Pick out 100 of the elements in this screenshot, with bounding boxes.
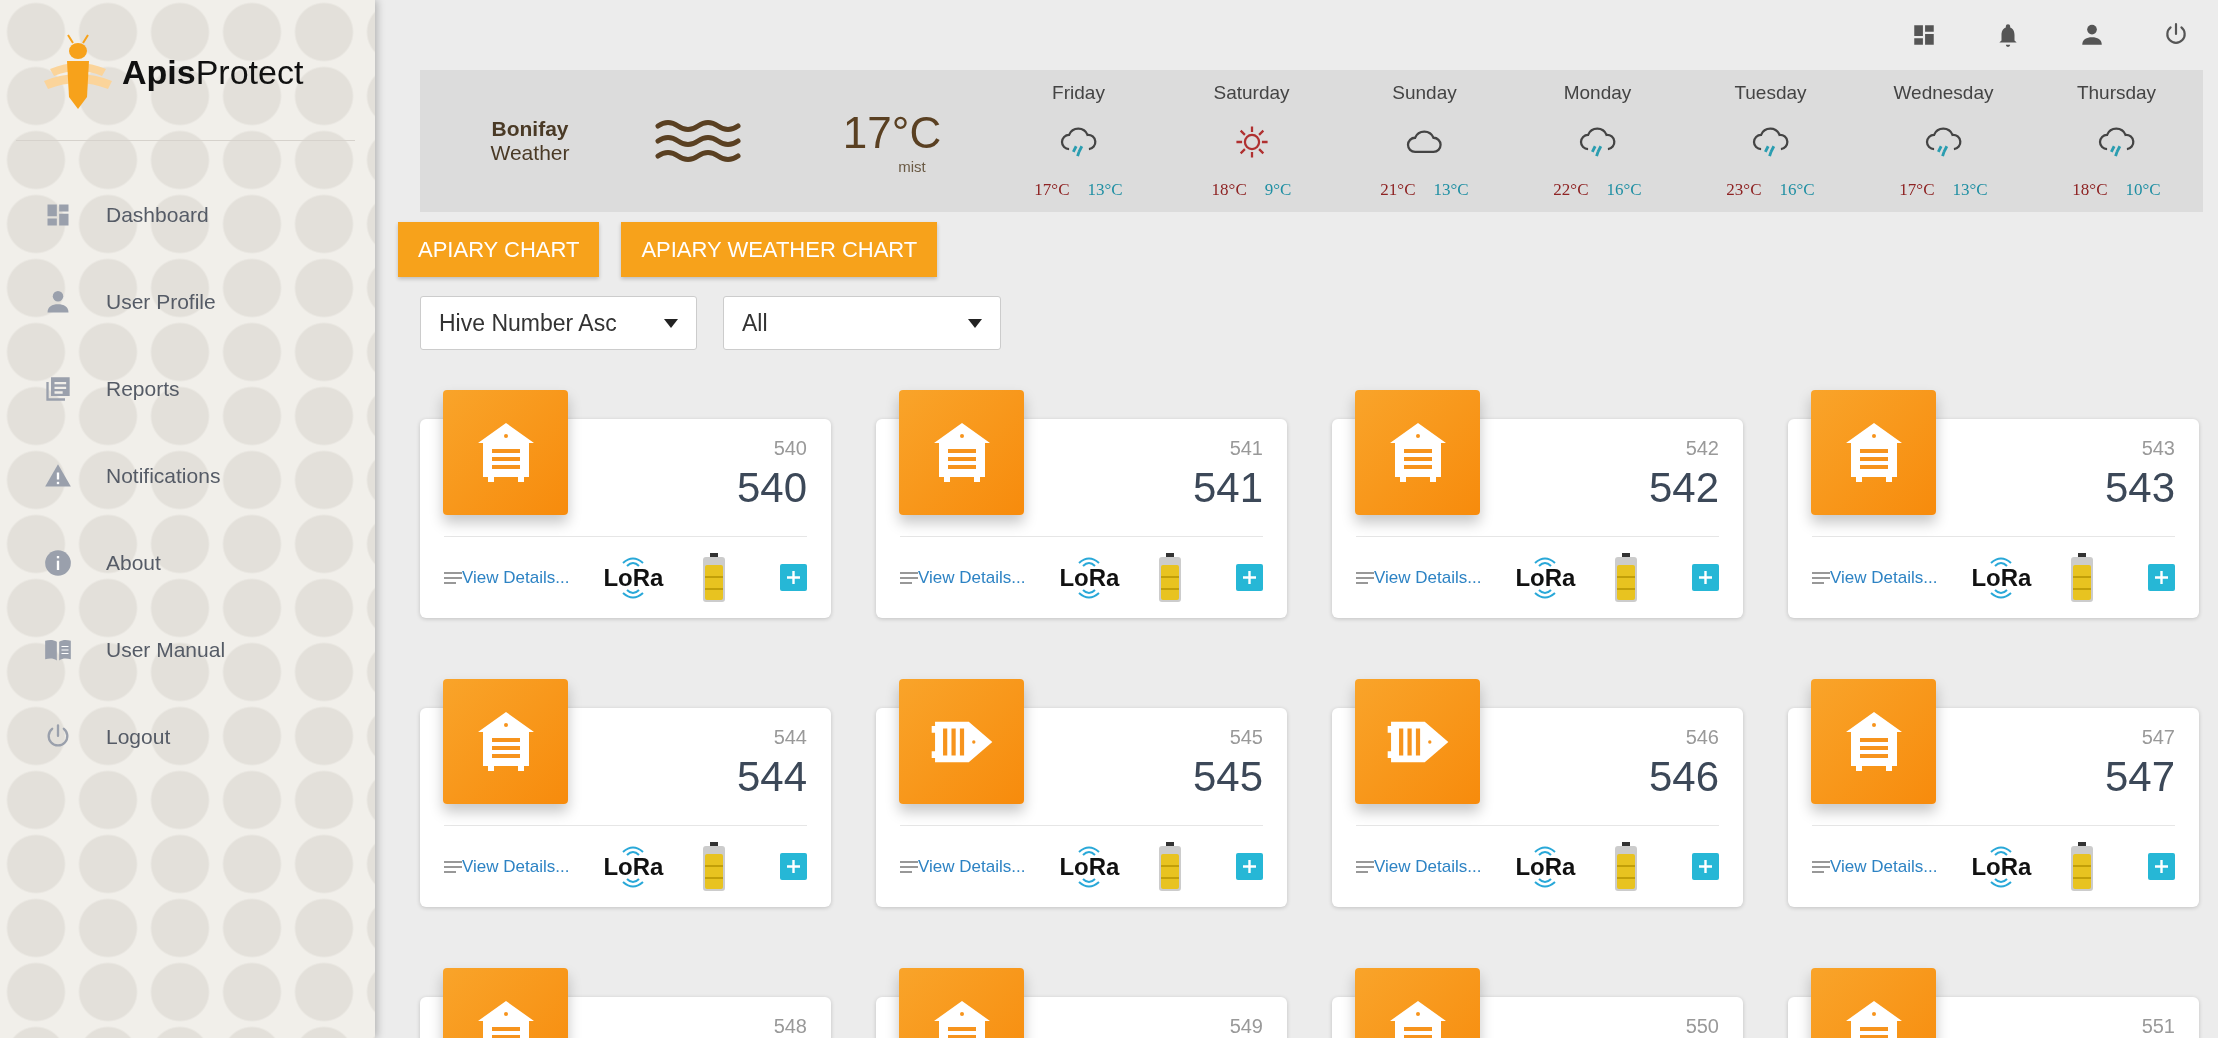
weather-location: Bonifay xyxy=(491,117,569,141)
menu-lines-icon xyxy=(900,860,918,873)
hive-number: 542 xyxy=(1648,464,1719,512)
high-temperature: 23°C xyxy=(1726,180,1762,200)
plus-icon xyxy=(1698,570,1713,585)
hive-caption: 543 xyxy=(2141,437,2175,460)
low-temperature: 9°C xyxy=(1264,180,1292,200)
view-details-link[interactable]: View Details... xyxy=(462,567,570,588)
hive-caption: 550 xyxy=(1685,1015,1719,1038)
forecast-day: Friday xyxy=(1052,82,1105,104)
rain-cloud-icon xyxy=(1577,125,1618,159)
hive-number: 545 xyxy=(1192,753,1263,801)
lora-logo: LoRa xyxy=(603,556,664,599)
battery-icon xyxy=(1613,841,1640,892)
plus-icon xyxy=(1242,859,1257,874)
menu-lines-icon xyxy=(444,860,462,873)
menu-lines-icon xyxy=(444,571,462,584)
filter-dropdown[interactable]: Hive Number Asc xyxy=(420,296,697,350)
hive-caption: 540 xyxy=(773,437,807,460)
view-details-link[interactable]: View Details... xyxy=(1830,856,1938,877)
rain-cloud-icon xyxy=(1750,125,1791,159)
hive-caption: 548 xyxy=(773,1015,807,1038)
hive-caption: 542 xyxy=(1685,437,1719,460)
battery-icon xyxy=(2069,552,2096,603)
view-details-link[interactable]: View Details... xyxy=(1830,567,1938,588)
person-icon xyxy=(2079,22,2105,48)
lora-logo: LoRa xyxy=(1971,556,2032,599)
view-details-link[interactable]: View Details... xyxy=(462,856,570,877)
battery-icon xyxy=(1613,552,1640,603)
hive-caption: 547 xyxy=(2141,726,2175,749)
view-details-link[interactable]: View Details... xyxy=(1374,856,1482,877)
lora-logo: LoRa xyxy=(1515,556,1576,599)
add-button[interactable] xyxy=(780,564,807,591)
sidebar-item[interactable]: About xyxy=(0,519,375,606)
hive-number: 543 xyxy=(2104,464,2175,512)
sidebar-item[interactable]: User Manual xyxy=(0,606,375,693)
hive-number: 544 xyxy=(736,753,807,801)
high-temperature: 18°C xyxy=(1211,180,1247,200)
plus-icon xyxy=(786,570,801,585)
add-button[interactable] xyxy=(2148,564,2175,591)
add-button[interactable] xyxy=(780,853,807,880)
sidebar-item[interactable]: Notifications xyxy=(0,432,375,519)
add-button[interactable] xyxy=(1236,853,1263,880)
forecast-day: Monday xyxy=(1563,82,1632,104)
battery-icon xyxy=(1157,552,1184,603)
add-button[interactable] xyxy=(1692,564,1719,591)
low-temperature: 13°C xyxy=(1433,180,1469,200)
low-temperature: 10°C xyxy=(2125,180,2161,200)
hive-number: 547 xyxy=(2104,753,2175,801)
hive-caption: 546 xyxy=(1685,726,1719,749)
rain-cloud-icon xyxy=(2096,125,2137,159)
caret-icon xyxy=(664,318,678,328)
plus-icon xyxy=(1242,570,1257,585)
forecast-day: Wednesday xyxy=(1893,82,1994,104)
low-temperature: 16°C xyxy=(1779,180,1815,200)
sidebar-item[interactable]: Reports xyxy=(0,345,375,432)
add-button[interactable] xyxy=(1692,853,1719,880)
current-temperature: 17°C xyxy=(842,107,942,158)
battery-icon xyxy=(701,552,728,603)
menu-lines-icon xyxy=(900,571,918,584)
filter-dropdown[interactable]: All xyxy=(723,296,1001,350)
lora-logo: LoRa xyxy=(1515,845,1576,888)
plus-icon xyxy=(2154,570,2169,585)
menu-lines-icon xyxy=(1812,571,1830,584)
hive-caption: 545 xyxy=(1229,726,1263,749)
info-icon xyxy=(44,548,72,577)
low-temperature: 13°C xyxy=(1087,180,1123,200)
forecast-day: Sunday xyxy=(1392,82,1457,104)
lora-logo: LoRa xyxy=(1059,845,1120,888)
view-details-link[interactable]: View Details... xyxy=(918,567,1026,588)
battery-icon xyxy=(701,841,728,892)
view-details-link[interactable]: View Details... xyxy=(1374,567,1482,588)
sidebar-item[interactable]: Logout xyxy=(0,693,375,780)
hive-caption: 541 xyxy=(1229,437,1263,460)
lora-logo: LoRa xyxy=(1059,556,1120,599)
high-temperature: 17°C xyxy=(1899,180,1935,200)
battery-icon xyxy=(2069,841,2096,892)
lora-logo: LoRa xyxy=(603,845,664,888)
rain-cloud-icon xyxy=(1923,125,1964,159)
hive-caption: 551 xyxy=(2141,1015,2175,1038)
high-temperature: 18°C xyxy=(2072,180,2108,200)
weather-condition: mist xyxy=(898,157,926,175)
app-logo-text: ApisProtect xyxy=(122,52,304,92)
view-details-link[interactable]: View Details... xyxy=(918,856,1026,877)
hive-number: 540 xyxy=(736,464,807,512)
dashboard-icon xyxy=(1911,22,1937,48)
menu-lines-icon xyxy=(1812,860,1830,873)
low-temperature: 13°C xyxy=(1952,180,1988,200)
sidebar-item[interactable]: Dashboard xyxy=(0,171,375,258)
sidebar-item[interactable]: User Profile xyxy=(0,258,375,345)
caret-icon xyxy=(968,318,982,328)
weather-label: Weather xyxy=(490,141,570,165)
menu-lines-icon xyxy=(1356,860,1374,873)
menu-lines-icon xyxy=(1356,571,1374,584)
forecast-day: Saturday xyxy=(1213,82,1290,104)
hive-caption: 544 xyxy=(773,726,807,749)
plus-icon xyxy=(786,859,801,874)
add-button[interactable] xyxy=(1236,564,1263,591)
add-button[interactable] xyxy=(2148,853,2175,880)
plus-icon xyxy=(2154,859,2169,874)
